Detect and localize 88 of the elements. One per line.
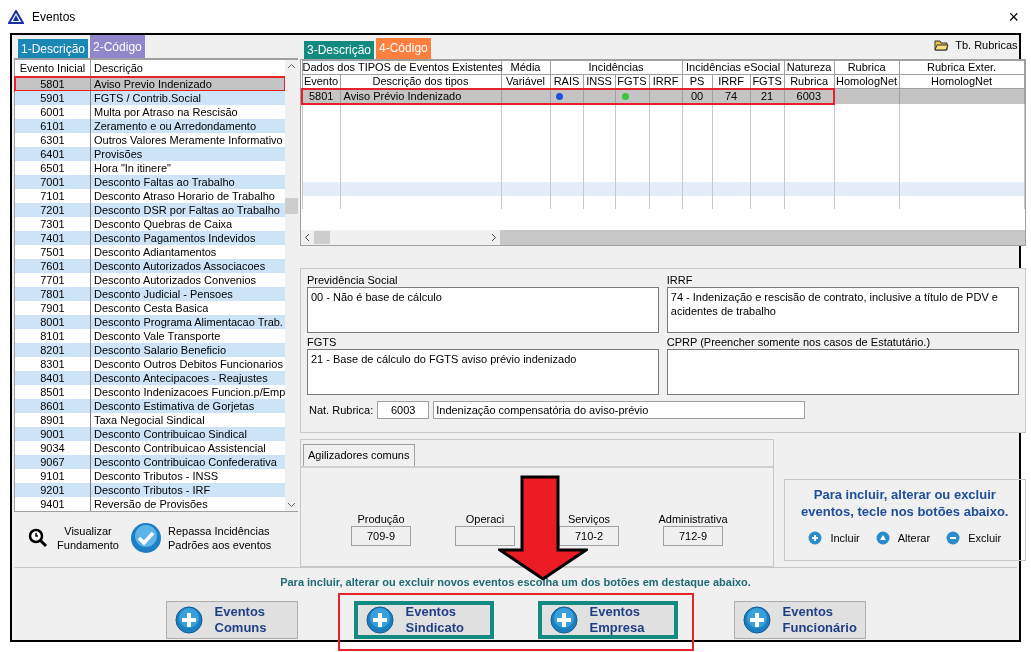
plus-icon [174,605,203,634]
tab[interactable]: 1-Descrição [18,39,89,58]
field-label: CPRP (Preencher somente nos casos de Estatutário.) [666,334,932,349]
list-row[interactable]: 8201 Desconto Salario Beneficio [15,343,286,357]
column-header[interactable]: FGTS [750,74,785,89]
scroll-thumb[interactable] [314,230,330,244]
code-field[interactable]: 709-9 [351,526,411,546]
app-logo-icon [8,9,24,24]
plus-icon [365,605,394,634]
event-button[interactable]: Eventos Funcionário [733,600,866,639]
column-header[interactable]: HomologNet [834,74,900,89]
field-label: FGTS [307,334,338,349]
group-header: Rubrica Exter. [899,60,1025,75]
add-button[interactable]: Incluir [808,530,860,547]
list-row[interactable]: 9201 Desconto Tributos - IRF [15,483,286,497]
group-header: Dados dos TIPOS de Eventos Existentes [302,60,501,75]
list-row[interactable]: 8401 Desconto Antecipacoes - Reajustes [15,371,286,385]
event-button[interactable]: Eventos Empresa [537,600,678,639]
text-area[interactable]: 74 - Indenização e rescisão de contrato, inclusive a título de PDV e acidentes de trabalho [666,286,1019,333]
column-header[interactable]: Descrição [91,60,286,76]
text-area[interactable] [666,348,1019,395]
list-row[interactable]: 6401 Provisões [15,147,286,161]
caret-left-icon[interactable] [304,232,310,242]
list-row[interactable]: 8001 Desconto Programa Alimentacao Trab. [15,315,286,329]
list-row[interactable]: 6101 Zeramento e ou Arredondamento [15,119,286,133]
magnifier-icon [28,528,48,548]
window-title: Eventos [32,8,76,26]
scroll-thumb[interactable] [285,197,299,214]
group-header: Natureza [784,60,835,75]
code-field[interactable]: 710-2 [559,526,619,546]
column-header[interactable]: FGTS [615,74,649,89]
list-row[interactable]: 7001 Desconto Faltas ao Trabalho [15,175,286,189]
list-row[interactable]: 5901 FGTS / Contrib.Social [15,91,286,105]
group-header: Rubrica [834,60,900,75]
column-header[interactable]: Evento [302,74,340,89]
rubricas-button[interactable]: Tb. Rubricas [934,37,1018,54]
view-basis-button[interactable]: Visualizar Fundamento [28,524,122,552]
event-button[interactable]: Eventos Sindicato [353,600,494,639]
list-row[interactable]: 8601 Desconto Estimativa de Gorjetas [15,399,286,413]
description-field[interactable]: Indenização compensatória do aviso-prévio [433,400,806,419]
caret-down-icon[interactable] [287,502,297,508]
table-cell: 21 [760,89,774,102]
text-area[interactable]: 00 - Não é base de cálculo [307,286,659,333]
field-label: Administrativa [658,512,728,526]
horizontal-scrollbar[interactable] [301,229,1025,245]
table-cell: 5801 [309,89,334,102]
folder-icon [934,39,950,52]
table-cell: 6003 [796,89,822,102]
caret-right-icon[interactable] [491,232,497,242]
table-cell: 00 [690,89,704,102]
code-field[interactable] [455,526,515,546]
code-field[interactable]: 712-9 [663,526,723,546]
instruction-text: Para incluir, alterar ou excluir eventos, tecle nos botões abaixo. [800,486,1010,520]
list-row[interactable]: 9001 Desconto Contribuicao Sindical [15,427,286,441]
tab[interactable]: 3-Descrição [304,40,375,59]
column-header[interactable]: HomologNet [899,74,1025,89]
tab[interactable]: Agilizadores comuns [303,444,415,466]
caret-up-icon[interactable] [287,63,297,69]
table-cell: Aviso Prévio Indenizado [343,89,462,102]
checkmark-icon [130,522,162,554]
instruction-text: Para incluir, alterar ou excluir novos eventos escolha um dos botões em destaque abaixo. [280,575,751,590]
apply-incidences-button[interactable]: Repassa Incidências Padrões aos eventos [130,522,272,554]
plus-icon [742,605,771,634]
list-row[interactable]: 5801 Aviso Previo Indenizado [15,77,286,91]
list-row[interactable]: 7801 Desconto Judicial - Pensoes [15,287,286,301]
close-button[interactable]: × [1004,7,1023,26]
list-row[interactable]: 9067 Desconto Contribuicao Confederativa [15,455,286,469]
field-label: Nat. Rubrica: [309,402,374,418]
list-row[interactable]: 7601 Desconto Autorizados Associacoes [15,259,286,273]
minus-icon [946,531,961,546]
edit-button[interactable]: Alterar [875,530,931,547]
group-header: Incidências [550,60,683,75]
field-label: IRRF [666,272,694,287]
scrollbar[interactable] [285,60,299,511]
text-area[interactable]: 21 - Base de cálculo do FGTS aviso prévio indenizado [307,348,659,395]
field-label: Operaci [465,512,505,526]
plus-icon [549,605,578,634]
list-row[interactable]: 7401 Desconto Pagamentos Indevidos [15,231,286,245]
field-label: Previdência Social [307,272,399,287]
code-field[interactable]: 6003 [377,400,430,419]
event-button[interactable]: Eventos Comuns [165,600,298,639]
field-label: Serviços [567,512,611,526]
delete-button[interactable]: Excluir [946,530,1002,547]
group-header: Incidências eSocial [682,60,785,75]
list-row[interactable]: 7201 Desconto DSR por Faltas ao Trabalho [15,203,286,217]
field-label: Produção [357,512,405,526]
plus-icon [808,531,823,546]
table-cell: 74 [724,89,738,102]
